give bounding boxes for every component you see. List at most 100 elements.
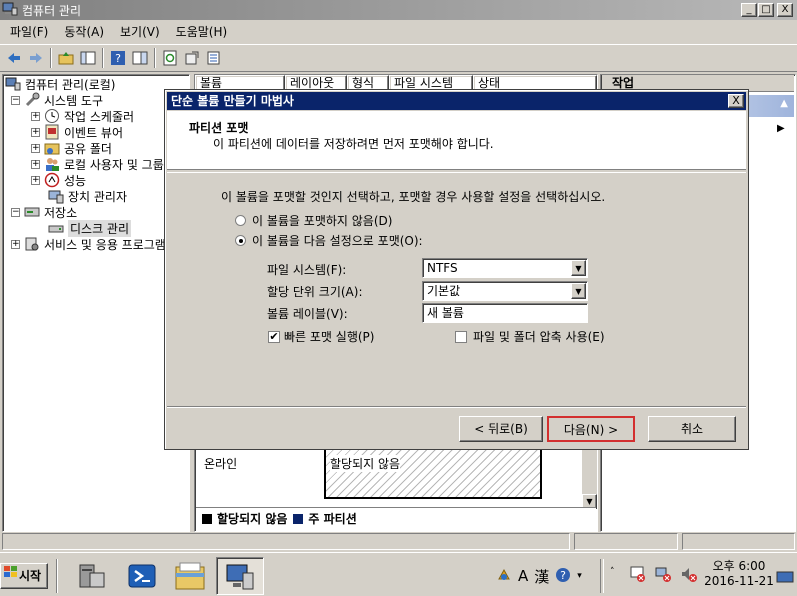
tree-item-disk-management[interactable]: 디스크 관리 bbox=[48, 219, 132, 237]
alloc-value: 기본값 bbox=[427, 284, 461, 298]
event-viewer-icon bbox=[44, 124, 60, 140]
format-instruction: 이 볼륨을 포맷할 것인지 선택하고, 포맷할 경우 사용할 설정을 선택하십시… bbox=[221, 190, 606, 204]
computer-management-icon bbox=[2, 1, 18, 20]
clock-icon bbox=[44, 108, 60, 124]
fs-dropdown[interactable]: NTFS ▼ bbox=[422, 258, 588, 278]
minimize-button[interactable]: _ bbox=[741, 3, 757, 17]
menu-file[interactable]: 파일(F) bbox=[2, 22, 56, 42]
wizard-header: 파티션 포맷 이 파티션에 데이터를 저장하려면 먼저 포맷해야 합니다. bbox=[167, 111, 746, 170]
quick-format-checkbox[interactable]: ✔ 빠른 포맷 실행(P) bbox=[268, 328, 374, 345]
tree-label-system-tools: 시스템 도구 bbox=[44, 93, 104, 108]
radio-format-icon[interactable] bbox=[235, 235, 246, 246]
tree-item-local-users[interactable]: + 로컬 사용자 및 그룹 bbox=[31, 156, 164, 172]
server-manager-icon[interactable] bbox=[72, 559, 112, 593]
clock-date: 2016-11-21 bbox=[704, 574, 774, 588]
chevron-down-icon[interactable]: ▼ bbox=[571, 283, 586, 299]
console-tree-icon[interactable] bbox=[78, 48, 98, 68]
forward-arrow-icon[interactable] bbox=[26, 48, 46, 68]
toolbar-separator bbox=[154, 48, 156, 68]
ime-help-icon[interactable]: ? bbox=[555, 567, 571, 586]
taskbar-separator bbox=[56, 559, 58, 593]
explorer-icon[interactable] bbox=[170, 559, 210, 593]
powershell-icon[interactable] bbox=[122, 559, 162, 593]
tree-label-device-manager: 장치 관리자 bbox=[68, 189, 128, 204]
expand-icon[interactable]: + bbox=[31, 127, 40, 137]
dialog-title-bar[interactable]: 단순 볼륨 만들기 마법사 bbox=[167, 92, 746, 110]
chevron-down-icon[interactable]: ▼ bbox=[571, 260, 586, 276]
up-folder-icon[interactable] bbox=[56, 48, 76, 68]
tree-label-local-users: 로컬 사용자 및 그룹 bbox=[64, 157, 164, 172]
volume-label-input[interactable]: 새 볼륨 bbox=[422, 303, 588, 323]
show-desktop-icon[interactable] bbox=[776, 571, 794, 583]
radio-format[interactable]: 이 볼륨을 다음 설정으로 포맷(O): bbox=[235, 232, 423, 249]
expand-icon[interactable]: + bbox=[31, 143, 40, 153]
header-divider bbox=[167, 172, 746, 173]
menu-help[interactable]: 도움말(H) bbox=[168, 22, 236, 42]
tree-label-storage: 저장소 bbox=[44, 205, 78, 220]
radio-no-format-icon[interactable] bbox=[235, 215, 246, 226]
expand-icon[interactable]: + bbox=[31, 175, 40, 185]
back-button[interactable]: < 뒤로(B) bbox=[459, 416, 543, 442]
close-button[interactable]: X bbox=[777, 3, 793, 17]
computer-management-taskbar-icon[interactable] bbox=[216, 557, 264, 595]
fs-value: NTFS bbox=[427, 261, 458, 275]
tree-label-shared-folders: 공유 폴더 bbox=[64, 141, 112, 156]
language-bar-options-icon[interactable]: ▾ bbox=[577, 572, 582, 581]
show-hide-action-pane-icon[interactable] bbox=[130, 48, 150, 68]
tree-label-disk-management: 디스크 관리 bbox=[68, 219, 132, 237]
tree-item-services[interactable]: + 서비스 및 응용 프로그램 bbox=[11, 236, 166, 252]
tree-item-performance[interactable]: + 성능 bbox=[31, 172, 86, 188]
tree-label-performance: 성능 bbox=[64, 173, 87, 188]
main-title-bar[interactable]: 컴퓨터 관리 bbox=[0, 0, 797, 20]
collapse-up-icon[interactable]: ▲ bbox=[780, 98, 788, 109]
collapse-icon[interactable]: − bbox=[11, 95, 20, 105]
expand-icon[interactable]: + bbox=[31, 111, 40, 121]
tree-item-device-manager[interactable]: 장치 관리자 bbox=[48, 188, 127, 204]
dialog-title: 단순 볼륨 만들기 마법사 bbox=[171, 94, 294, 108]
clock[interactable]: 오후 6:00 2016-11-21 bbox=[704, 559, 774, 589]
checkbox-checked-icon[interactable]: ✔ bbox=[268, 330, 280, 343]
tree-item-storage[interactable]: − 저장소 bbox=[11, 204, 77, 220]
ime-mode-a[interactable]: A bbox=[518, 567, 528, 585]
maximize-button[interactable]: □ bbox=[758, 3, 774, 17]
tree-item-shared-folders[interactable]: + 공유 폴더 bbox=[31, 140, 112, 156]
checkbox-unchecked-icon[interactable] bbox=[455, 330, 467, 343]
volume-icon[interactable] bbox=[680, 565, 698, 586]
windows-logo-icon bbox=[3, 564, 19, 588]
dialog-close-button[interactable]: X bbox=[728, 94, 744, 108]
tree-item-system-tools[interactable]: − 시스템 도구 bbox=[11, 92, 103, 108]
back-arrow-icon[interactable] bbox=[4, 48, 24, 68]
collapse-icon[interactable]: − bbox=[11, 207, 20, 217]
refresh-icon[interactable] bbox=[160, 48, 180, 68]
alloc-dropdown[interactable]: 기본값 ▼ bbox=[422, 281, 588, 301]
start-label: 시작 bbox=[19, 569, 42, 583]
svg-text:?: ? bbox=[115, 52, 121, 65]
menu-view[interactable]: 보기(V) bbox=[112, 22, 168, 42]
start-button[interactable]: 시작 bbox=[0, 563, 48, 589]
radio-no-format[interactable]: 이 볼륨을 포맷하지 않음(D) bbox=[235, 212, 392, 229]
tree-item-event-viewer[interactable]: + 이벤트 뷰어 bbox=[31, 124, 123, 140]
legend-bar: 할당되지 않음 주 파티션 bbox=[196, 507, 596, 529]
cancel-button[interactable]: 취소 bbox=[648, 416, 736, 442]
export-list-icon[interactable] bbox=[204, 48, 224, 68]
legend-primary: 주 파티션 bbox=[308, 512, 357, 526]
network-icon[interactable] bbox=[654, 565, 672, 586]
expand-icon[interactable]: + bbox=[31, 159, 40, 169]
action-center-icon[interactable] bbox=[628, 565, 646, 586]
menu-action[interactable]: 동작(A) bbox=[56, 22, 112, 42]
show-hidden-icons-icon[interactable]: ˄ bbox=[610, 567, 615, 577]
tree-item-root[interactable]: 컴퓨터 관리(로컬) bbox=[5, 76, 115, 92]
ime-hanja[interactable]: 漢 bbox=[534, 566, 549, 587]
more-actions-arrow-icon[interactable]: ▶ bbox=[777, 123, 785, 134]
tree-item-task-scheduler[interactable]: + 작업 스케줄러 bbox=[31, 108, 134, 124]
expand-icon[interactable]: + bbox=[11, 239, 20, 249]
clock-time: 오후 6:00 bbox=[712, 559, 766, 573]
help-icon[interactable]: ? bbox=[108, 48, 128, 68]
properties-icon[interactable] bbox=[182, 48, 202, 68]
ime-icon[interactable] bbox=[496, 567, 512, 586]
status-pane-3 bbox=[682, 533, 795, 550]
svg-text:?: ? bbox=[560, 569, 566, 582]
vertical-scrollbar[interactable]: ▼ bbox=[582, 441, 597, 509]
next-button[interactable]: 다음(N) > bbox=[547, 416, 635, 442]
compress-checkbox[interactable]: 파일 및 폴더 압축 사용(E) bbox=[455, 328, 605, 345]
